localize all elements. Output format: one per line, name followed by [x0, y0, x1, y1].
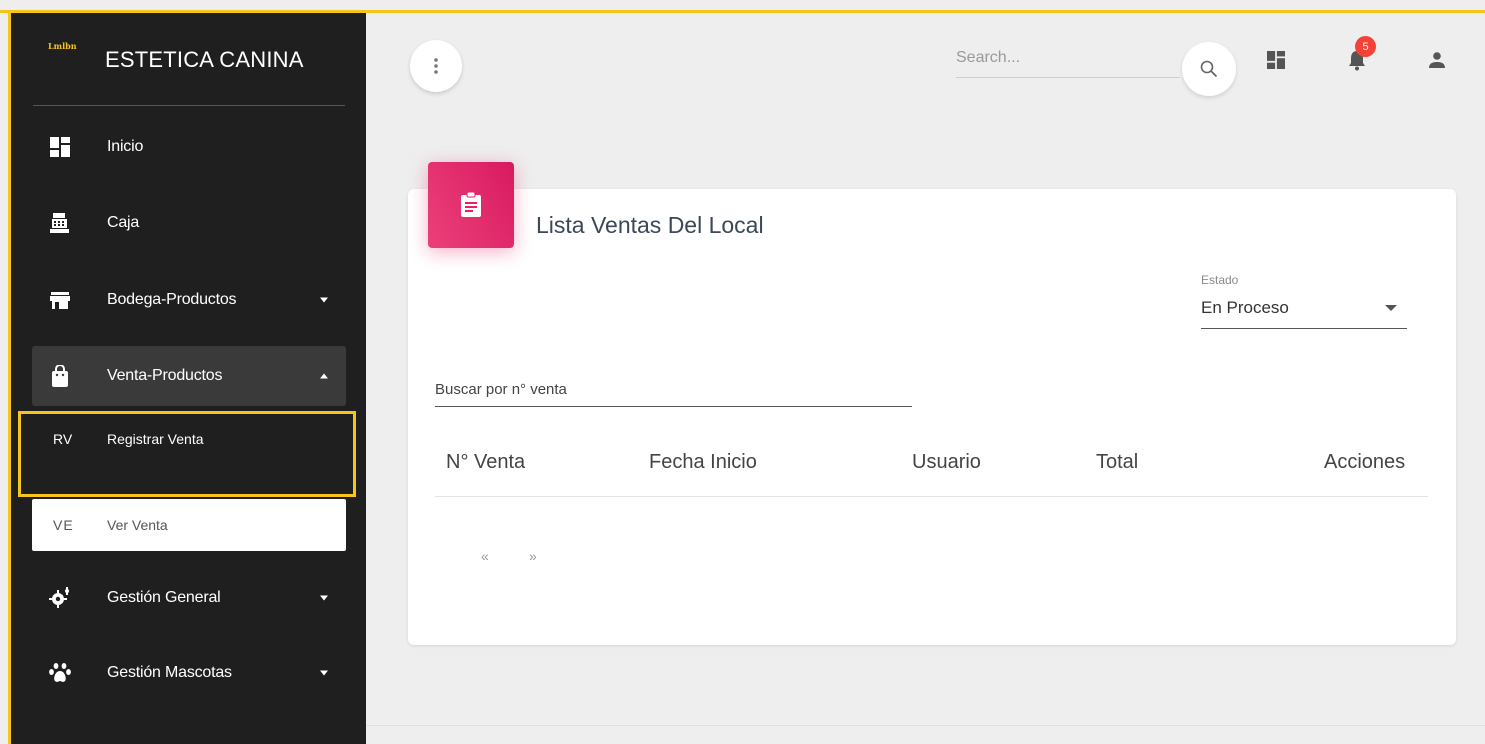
dashboard-button[interactable]: [1264, 48, 1288, 72]
chevron-up-icon: [320, 373, 328, 379]
clipboard-icon: [461, 192, 481, 217]
pager-next-button[interactable]: »: [529, 548, 537, 564]
sidebar-item-gestion-mascotas[interactable]: Gestión Mascotas: [32, 643, 346, 703]
search-field: [956, 40, 1180, 78]
sidebar-subitem-registrar-venta[interactable]: RV Registrar Venta: [32, 412, 346, 466]
chevron-down-icon: [320, 595, 328, 601]
card-title: Lista Ventas Del Local: [536, 212, 764, 238]
card-header-icon: [428, 162, 514, 248]
brand-title: ESTETICA CANINA: [105, 47, 304, 72]
highlight-frame-left: [8, 10, 11, 744]
settings-icon: [49, 587, 71, 609]
brand[interactable]: Lmlbn ESTETICA CANINA: [11, 13, 366, 105]
caret-down-icon: [1385, 305, 1397, 311]
paw-icon: [49, 662, 71, 684]
user-account-button[interactable]: [1425, 48, 1449, 72]
subitem-abbr: RV: [53, 431, 73, 447]
estado-label: Estado: [1201, 273, 1239, 287]
store-icon: [49, 289, 71, 311]
pager-prev-button[interactable]: «: [481, 548, 489, 564]
column-header-total[interactable]: Total: [1096, 451, 1138, 474]
search-icon: [1200, 60, 1218, 78]
column-header-n-venta[interactable]: N° Venta: [446, 451, 525, 474]
sidebar-item-label: Caja: [107, 214, 140, 231]
brand-logo: Lmlbn: [48, 41, 77, 51]
search-input[interactable]: [956, 40, 1180, 76]
column-header-acciones: Acciones: [1324, 451, 1406, 473]
person-icon: [1429, 52, 1445, 68]
sidebar: Lmlbn ESTETICA CANINA Inicio Caja Bodega…: [11, 13, 366, 744]
sidebar-item-label: Venta-Productos: [107, 367, 223, 384]
notification-badge: 5: [1355, 36, 1376, 57]
buscar-venta-input[interactable]: [435, 373, 912, 405]
dashboard-icon: [49, 136, 71, 158]
sidebar-item-label: Bodega-Productos: [107, 291, 237, 308]
sidebar-item-caja[interactable]: Caja: [32, 193, 346, 253]
sales-list-card: [408, 189, 1456, 645]
subitem-abbr: VE: [53, 517, 74, 533]
search-button[interactable]: [1182, 42, 1236, 96]
subitem-label: Ver Venta: [107, 517, 168, 533]
more-options-button[interactable]: [410, 40, 462, 92]
column-header-fecha-inicio[interactable]: Fecha Inicio: [649, 451, 757, 474]
sidebar-item-inicio[interactable]: Inicio: [32, 117, 346, 177]
sidebar-item-more[interactable]: [32, 716, 346, 744]
shopping-bag-icon: [49, 365, 71, 387]
sidebar-item-gestion-general[interactable]: Gestión General: [32, 568, 346, 628]
sidebar-divider: [33, 105, 345, 106]
sidebar-item-label: Gestión Mascotas: [107, 664, 232, 681]
sidebar-item-label: Gestión General: [107, 589, 221, 606]
highlight-frame-top: [0, 10, 1485, 13]
more-vert-icon: [434, 58, 438, 74]
estado-select[interactable]: En Proceso: [1201, 293, 1407, 329]
sidebar-item-label: Inicio: [107, 138, 144, 155]
column-header-usuario[interactable]: Usuario: [912, 451, 981, 474]
estado-value: En Proceso: [1201, 298, 1289, 317]
dashboard-icon: [1267, 51, 1285, 69]
table-divider: [435, 496, 1428, 497]
footer-divider: [366, 725, 1485, 726]
chevron-down-icon: [320, 297, 328, 303]
sidebar-item-bodega-productos[interactable]: Bodega-Productos: [32, 270, 346, 330]
buscar-field: [435, 373, 912, 407]
sidebar-subitem-ver-venta[interactable]: VE Ver Venta: [32, 499, 346, 551]
sidebar-item-venta-productos[interactable]: Venta-Productos: [32, 346, 346, 406]
cash-register-icon: [49, 212, 71, 234]
subitem-label: Registrar Venta: [107, 431, 204, 447]
chevron-down-icon: [320, 670, 328, 676]
